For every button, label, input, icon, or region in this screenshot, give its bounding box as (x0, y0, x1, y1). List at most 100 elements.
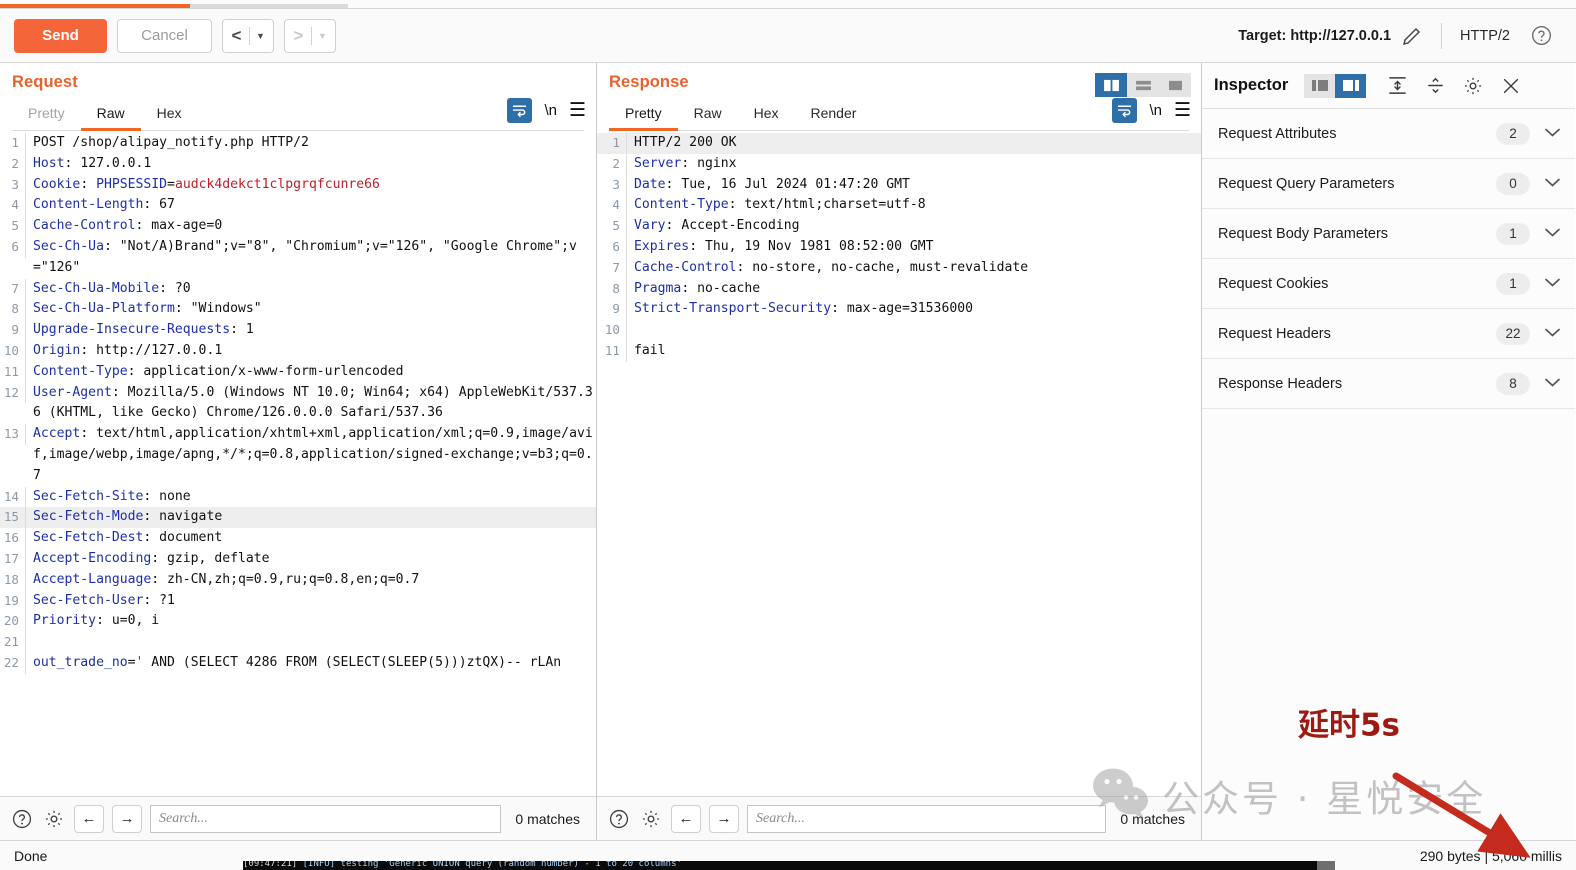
word-wrap-icon[interactable] (507, 98, 533, 123)
word-wrap-icon[interactable] (1112, 98, 1138, 123)
tab-pretty[interactable]: Pretty (12, 99, 81, 131)
http-version-label[interactable]: HTTP/2 (1450, 28, 1520, 44)
status-right: 290 bytes | 5,060 millis (1419, 847, 1562, 864)
code-text: Content-Length: 67 (33, 197, 175, 213)
code-text: Sec-Fetch-Mode: navigate (33, 509, 223, 525)
request-header: Request Pretty Raw Hex \n ☰ (0, 63, 596, 131)
tab-raw[interactable]: Raw (678, 99, 738, 131)
response-pane: Response Pretty Raw Hex Render \n ☰ 1 HT… (597, 63, 1202, 840)
inspector-row-request-cookies[interactable]: Request Cookies 1 (1202, 259, 1575, 309)
line-number: 17 (0, 548, 26, 570)
single-pane-icon[interactable] (1159, 73, 1191, 97)
panel-left-icon[interactable] (1304, 73, 1336, 98)
line-number: 3 (597, 174, 627, 196)
caret-down-icon: ▼ (256, 30, 265, 41)
request-pane: Request Pretty Raw Hex \n ☰ 1 POST /shop… (0, 63, 597, 840)
cancel-button[interactable]: Cancel (117, 18, 212, 53)
tab-active-sliver[interactable] (0, 0, 190, 8)
chevron-left-icon: < (231, 25, 242, 45)
tab-render[interactable]: Render (795, 99, 873, 131)
code-line: 11 fail (597, 340, 1201, 362)
chevron-down-icon[interactable] (1544, 126, 1561, 141)
split-horizontal-icon[interactable] (1127, 73, 1159, 97)
line-number: 9 (0, 320, 26, 341)
code-text: Origin: http://127.0.0.1 (33, 342, 223, 358)
gear-icon[interactable] (1454, 69, 1492, 103)
chevron-down-icon[interactable] (1544, 376, 1561, 391)
inspector-row-request-query-parameters[interactable]: Request Query Parameters 0 (1202, 159, 1575, 209)
request-code-area[interactable]: 1 POST /shop/alipay_notify.php HTTP/2 2 Hos… (0, 131, 596, 796)
code-line: 7 Sec-Ch-Ua-Mobile: ?0 (0, 278, 596, 300)
inspector-row-label: Request Query Parameters (1218, 175, 1395, 192)
inspector-row-label: Request Cookies (1218, 275, 1329, 292)
newline-toggle[interactable]: \n (1149, 102, 1162, 119)
code-text: Expires: Thu, 19 Nov 1981 08:52:00 GMT (634, 238, 934, 254)
code-line: 11 Content-Type: application/x-www-form-u… (0, 361, 596, 383)
response-view-toggles (1095, 73, 1191, 97)
pencil-icon[interactable] (1391, 19, 1433, 53)
response-code-area[interactable]: 1 HTTP/2 200 OK 2 Server: nginx 3 Date: Tue, … (597, 131, 1201, 796)
forward-button[interactable]: > ▼ (284, 18, 336, 53)
code-line: 18 Accept-Language: zh-CN,zh;q=0.9,ru;q=0… (0, 569, 596, 591)
line-number: 2 (0, 153, 26, 175)
inspector-row-request-attributes[interactable]: Request Attributes 2 (1202, 109, 1575, 159)
tab-pretty[interactable]: Pretty (609, 99, 678, 131)
search-prev-button[interactable]: ← (671, 804, 701, 833)
close-icon[interactable] (1492, 69, 1530, 103)
code-line: 3 Date: Tue, 16 Jul 2024 01:47:20 GMT (597, 174, 1201, 196)
question-circle-icon[interactable] (1520, 19, 1562, 53)
chevron-down-icon[interactable] (1544, 176, 1561, 191)
question-circle-icon[interactable] (10, 807, 34, 831)
line-number: 7 (597, 257, 627, 279)
expand-all-icon[interactable] (1378, 69, 1416, 103)
line-number: 3 (0, 174, 26, 196)
code-text: Sec-Ch-Ua-Mobile: ?0 (33, 280, 191, 296)
inspector-row-response-headers[interactable]: Response Headers 8 (1202, 359, 1575, 409)
search-input[interactable] (150, 804, 502, 833)
response-head-tools: \n ☰ (1112, 98, 1191, 123)
inspector-row-count: 1 (1496, 222, 1530, 245)
inspector-row-request-headers[interactable]: Request Headers 22 (1202, 309, 1575, 359)
inspector-row-label: Request Body Parameters (1218, 225, 1389, 242)
line-number: 4 (0, 195, 26, 217)
chevron-down-icon[interactable] (1544, 326, 1561, 341)
code-line: 19 Sec-Fetch-User: ?1 (0, 590, 596, 612)
code-text: Sec-Ch-Ua: "Not/A)Brand";v="8", "Chromiu… (33, 238, 577, 275)
response-searchbar: ← → 0 matches (597, 796, 1201, 840)
code-text: Cookie: PHPSESSID=audck4dekct1clpgrqfcun… (33, 176, 380, 192)
code-text: Server: nginx (634, 155, 737, 171)
response-subtabs: Pretty Raw Hex Render (609, 99, 1189, 131)
line-number: 2 (597, 153, 627, 175)
panel-right-icon[interactable] (1335, 73, 1367, 98)
back-button[interactable]: < ▼ (222, 18, 274, 53)
search-next-button[interactable]: → (709, 804, 739, 833)
search-input[interactable] (747, 804, 1107, 833)
match-count: 0 matches (515, 810, 580, 827)
tab-raw[interactable]: Raw (80, 99, 141, 131)
code-text: Content-Type: application/x-www-form-url… (33, 363, 404, 379)
split-vertical-icon[interactable] (1095, 73, 1127, 97)
gear-icon[interactable] (639, 807, 663, 831)
hamburger-menu-icon[interactable]: ☰ (1174, 101, 1191, 120)
code-text: HTTP/2 200 OK (634, 135, 737, 150)
search-prev-button[interactable]: ← (74, 804, 104, 833)
newline-toggle[interactable]: \n (544, 102, 557, 119)
toolbar-right-group: Target: http://127.0.0.1 HTTP/2 (1238, 19, 1562, 53)
gear-icon[interactable] (42, 807, 66, 831)
question-circle-icon[interactable] (607, 807, 631, 831)
chevron-down-icon[interactable] (1544, 226, 1561, 241)
line-number: 13 (0, 424, 26, 445)
chevron-down-icon[interactable] (1544, 276, 1561, 291)
hamburger-menu-icon[interactable]: ☰ (569, 101, 586, 120)
terminal-scrollbar (1317, 861, 1335, 870)
inspector-row-request-body-parameters[interactable]: Request Body Parameters 1 (1202, 209, 1575, 259)
collapse-all-icon[interactable] (1416, 69, 1454, 103)
target-label: Target: http://127.0.0.1 (1238, 27, 1392, 44)
tab-idle-sliver[interactable] (190, 0, 348, 8)
tab-hex[interactable]: Hex (141, 99, 198, 131)
send-button[interactable]: Send (14, 18, 107, 53)
search-next-button[interactable]: → (112, 804, 142, 833)
tab-hex[interactable]: Hex (738, 99, 795, 131)
caret-down-icon: ▼ (318, 30, 327, 41)
code-line: 21 (0, 632, 596, 653)
